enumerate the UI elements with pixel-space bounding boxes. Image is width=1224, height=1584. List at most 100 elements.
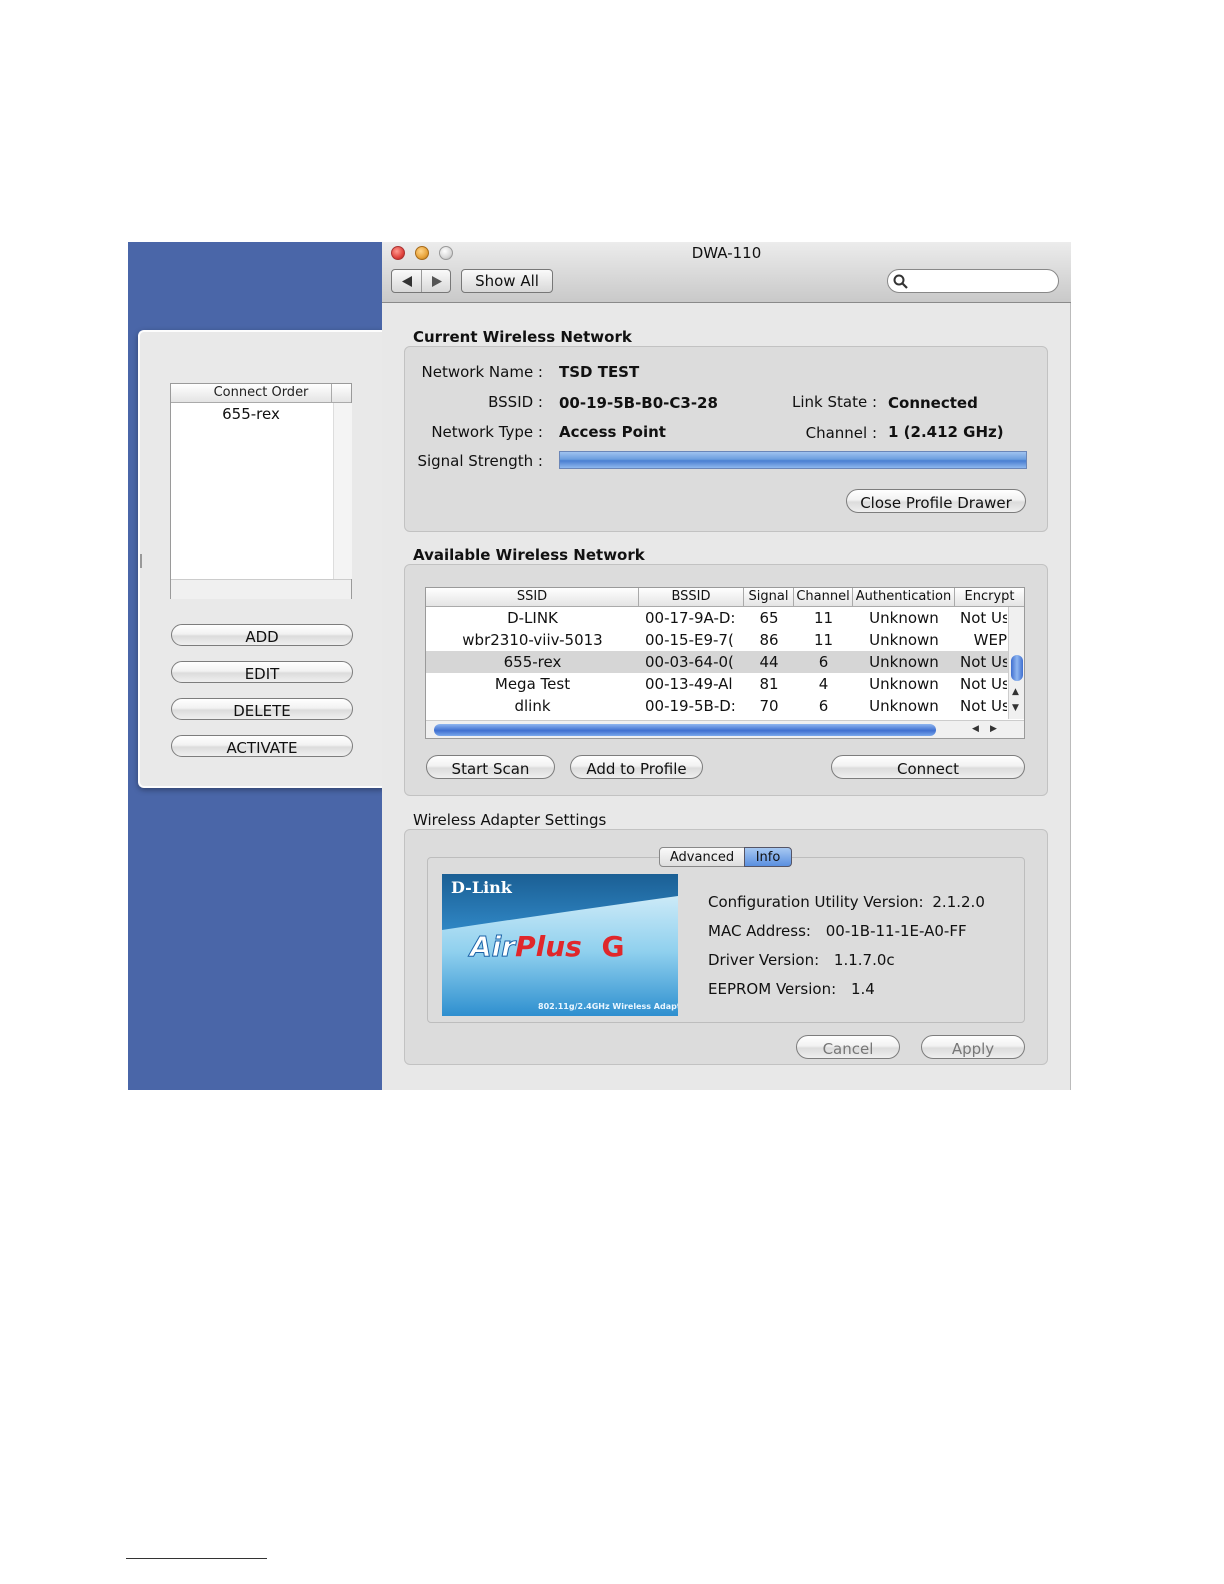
show-all-button[interactable]: Show All xyxy=(461,269,553,293)
link-state-value: Connected xyxy=(888,394,978,412)
cell-bssid: 00-13-49-Al xyxy=(645,675,733,693)
connect-order-header[interactable]: Connect Order xyxy=(171,384,351,403)
network-type-label: Network Type : xyxy=(431,423,543,441)
current-network-section-title: Current Wireless Network xyxy=(413,328,632,346)
channel-label: Channel : xyxy=(805,424,877,442)
column-header-encrypt[interactable]: Encrypt xyxy=(955,588,1024,606)
search-input[interactable] xyxy=(912,272,1056,292)
cell-ssid: wbr2310-viiv-5013 xyxy=(462,631,603,649)
cell-authentication: Unknown xyxy=(869,609,939,627)
cell-ssid: Mega Test xyxy=(494,675,571,693)
cell-channel: 6 xyxy=(818,653,829,671)
info-tab-panel: D-Link AirPlus G 802.11g/2.4GHz Wireless… xyxy=(427,857,1025,1023)
network-table[interactable]: SSID BSSID Signal Channel Authentication… xyxy=(425,587,1025,739)
cell-ssid: 655-rex xyxy=(503,653,562,671)
cell-channel: 4 xyxy=(818,675,829,693)
mac-address-line: MAC Address: 00-1B-11-1E-A0-FF xyxy=(708,922,967,940)
scroll-right-icon[interactable]: ▶ xyxy=(990,724,997,734)
vertical-scroll-thumb[interactable] xyxy=(1011,655,1023,681)
channel-value: 1 (2.412 GHz) xyxy=(888,423,1004,441)
config-utility-version-value: 2.1.2.0 xyxy=(932,893,985,911)
network-name-label: Network Name : xyxy=(421,363,543,381)
network-table-horizontal-scrollbar[interactable]: ◀ ▶ xyxy=(426,720,1024,738)
table-row-selected[interactable]: 655-rex 00-03-64-0( 44 6 Unknown Not Us xyxy=(426,651,1008,673)
eeprom-version-label: EEPROM Version: xyxy=(708,980,837,998)
cell-signal: 70 xyxy=(759,697,779,715)
driver-version-label: Driver Version: xyxy=(708,951,820,969)
window-title: DWA-110 xyxy=(691,244,762,262)
navigation-arrows[interactable] xyxy=(391,269,451,293)
cell-signal: 81 xyxy=(759,675,779,693)
column-header-channel[interactable]: Channel xyxy=(794,588,853,606)
logo-product-text-plus: Plus xyxy=(515,930,582,963)
add-button[interactable]: ADD xyxy=(171,624,353,646)
tab-advanced[interactable]: Advanced xyxy=(659,847,745,867)
start-scan-button[interactable]: Start Scan xyxy=(426,755,555,779)
table-row[interactable]: wbr2310-viiv-5013 00-15-E9-7( 86 11 Unkn… xyxy=(426,629,1008,651)
logo-product-text-g: G xyxy=(601,930,625,963)
cell-authentication: Unknown xyxy=(869,631,939,649)
network-table-header: SSID BSSID Signal Channel Authentication… xyxy=(426,588,1024,607)
connect-order-horizontal-scrollbar[interactable] xyxy=(171,579,351,599)
back-arrow-icon[interactable] xyxy=(401,276,413,287)
adapter-settings-section-title: Wireless Adapter Settings xyxy=(413,811,607,829)
cell-authentication: Unknown xyxy=(869,697,939,715)
logo-product-text-air: Air xyxy=(469,930,516,964)
dlink-airplus-logo: D-Link AirPlus G 802.11g/2.4GHz Wireless… xyxy=(442,874,678,1016)
config-utility-version-label: Configuration Utility Version: xyxy=(708,893,924,911)
add-to-profile-button[interactable]: Add to Profile xyxy=(570,755,703,779)
cell-encrypt: Not Us xyxy=(960,675,1007,693)
cancel-button[interactable]: Cancel xyxy=(796,1035,900,1059)
link-state-label: Link State : xyxy=(791,393,877,411)
cell-bssid: 00-15-E9-7( xyxy=(645,631,734,649)
cell-encrypt: Not Us xyxy=(960,697,1007,715)
cell-channel: 11 xyxy=(813,609,834,627)
cell-channel: 6 xyxy=(818,697,829,715)
column-header-signal[interactable]: Signal xyxy=(744,588,794,606)
eeprom-version-line: EEPROM Version: 1.4 xyxy=(708,980,875,998)
cell-signal: 86 xyxy=(759,631,779,649)
cell-encrypt: WEP xyxy=(973,631,1007,649)
profile-drawer: Connect Order 655-rex ADD EDIT DELETE AC… xyxy=(138,330,384,788)
scroll-left-icon[interactable]: ◀ xyxy=(972,724,979,734)
table-row[interactable]: dlink 00-19-5B-D: 70 6 Unknown Not Us xyxy=(426,695,1008,717)
column-header-bssid[interactable]: BSSID xyxy=(639,588,744,606)
search-icon xyxy=(893,274,908,289)
utility-window: DWA-110 Show All Current Wireless Networ… xyxy=(382,242,1071,1090)
forward-arrow-icon[interactable] xyxy=(431,276,443,287)
cell-signal: 65 xyxy=(759,609,779,627)
signal-strength-bar xyxy=(559,451,1027,469)
tab-info[interactable]: Info xyxy=(744,847,792,867)
drawer-resize-grip[interactable] xyxy=(140,554,142,568)
network-name-value: TSD TEST xyxy=(559,363,640,381)
delete-button[interactable]: DELETE xyxy=(171,698,353,720)
connect-order-header-label: Connect Order xyxy=(213,385,309,400)
table-row[interactable]: D-LINK 00-17-9A-D: 65 11 Unknown Not Us xyxy=(426,607,1008,629)
available-networks-section-title: Available Wireless Network xyxy=(413,546,645,564)
scroll-down-icon[interactable]: ▼ xyxy=(1012,703,1019,713)
network-type-value: Access Point xyxy=(559,423,666,441)
footnote-rule xyxy=(126,1558,267,1559)
search-field[interactable] xyxy=(887,269,1059,293)
close-profile-drawer-button[interactable]: Close Profile Drawer xyxy=(846,489,1026,513)
apply-button[interactable]: Apply xyxy=(921,1035,1025,1059)
list-item[interactable]: 655-rex xyxy=(171,405,331,423)
activate-button[interactable]: ACTIVATE xyxy=(171,735,353,757)
cell-authentication: Unknown xyxy=(869,653,939,671)
network-table-vertical-scrollbar[interactable]: ▲ ▼ xyxy=(1008,607,1024,719)
logo-tagline: 802.11g/2.4GHz Wireless Adapter xyxy=(538,1002,678,1011)
table-row[interactable]: Mega Test 00-13-49-Al 81 4 Unknown Not U… xyxy=(426,673,1008,695)
eeprom-version-value: 1.4 xyxy=(850,980,875,998)
edit-button[interactable]: EDIT xyxy=(171,661,353,683)
column-header-authentication[interactable]: Authentication xyxy=(853,588,955,606)
scroll-up-icon[interactable]: ▲ xyxy=(1012,687,1019,697)
column-header-ssid[interactable]: SSID xyxy=(426,588,639,606)
cell-signal: 44 xyxy=(759,653,779,671)
connect-order-vertical-scrollbar[interactable] xyxy=(333,403,352,579)
connect-button[interactable]: Connect xyxy=(831,755,1025,779)
driver-version-value: 1.1.7.0c xyxy=(833,951,895,969)
connect-order-list[interactable]: Connect Order 655-rex xyxy=(170,383,352,599)
driver-version-line: Driver Version: 1.1.7.0c xyxy=(708,951,895,969)
horizontal-scroll-thumb[interactable] xyxy=(434,724,936,736)
config-utility-version-line: Configuration Utility Version: 2.1.2.0 xyxy=(708,893,985,911)
